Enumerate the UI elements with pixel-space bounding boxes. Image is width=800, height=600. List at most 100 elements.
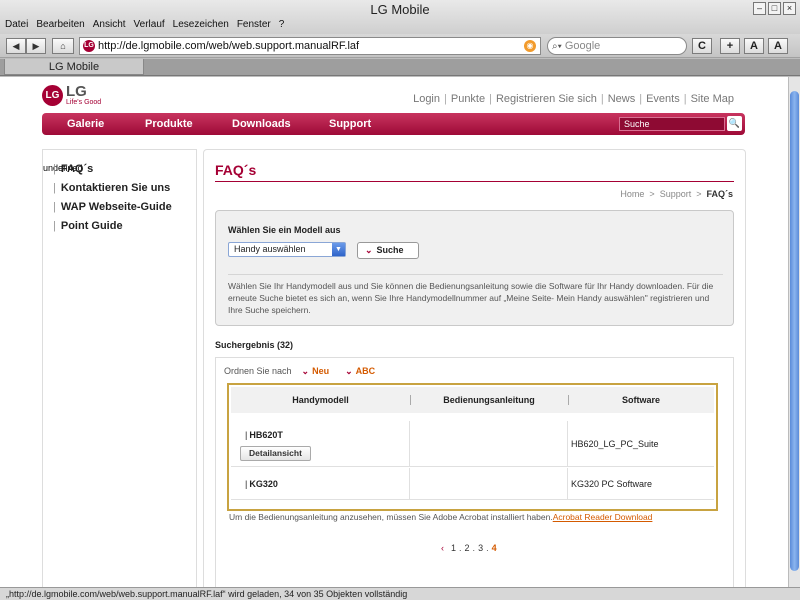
sidebar-item-contact[interactable]: | Kontaktieren Sie uns [53,182,172,194]
detail-view-button[interactable]: Detailansicht [240,446,311,461]
panel-divider [228,274,723,275]
column-header-manual: Bedienungsanleitung [410,387,568,413]
nav-produkte[interactable]: Produkte [145,113,193,135]
forward-button[interactable]: ▶ [26,38,46,54]
nav-downloads[interactable]: Downloads [232,113,291,135]
prev-page-icon[interactable]: ‹ [441,543,444,553]
sitemap-link[interactable]: Site Map [691,93,734,105]
software-cell: HB620_LG_PC_Suite [568,421,714,466]
nav-support[interactable]: Support [329,113,371,135]
menu-datei[interactable]: Datei [5,18,28,32]
page-link-current[interactable]: 4 [492,543,497,553]
browser-search-placeholder: Google [564,40,601,52]
minimize-button[interactable]: – [753,2,766,15]
page-title: FAQ´s [215,162,257,178]
toolbar-right-buttons: C + A A [692,38,788,54]
close-button[interactable]: × [783,2,796,15]
login-link[interactable]: Login [413,93,440,105]
breadcrumb-home[interactable]: Home [620,189,644,199]
sort-abc[interactable]: ⌄ ABC [345,366,375,377]
browser-search-input[interactable]: ⌕▾ Google [547,37,687,55]
model-search-button[interactable]: ⌄ Suche [357,242,419,259]
model-cell: | HB620T Detailansicht [231,421,410,466]
column-separator [410,395,411,405]
events-link[interactable]: Events [646,93,680,105]
link-separator: | [639,93,643,105]
menu-help[interactable]: ? [279,18,285,32]
scrollbar-thumb[interactable] [790,91,799,571]
top-links: Login | Punkte | Registrieren Sie sich |… [413,93,734,105]
sort-label: Ordnen Sie nach [224,366,292,376]
home-button[interactable]: ⌂ [52,38,74,54]
table-header: Handymodell Bedienungsanleitung Software [231,387,714,413]
main-content: FAQ´s Home > Support > FAQ´s Wählen Sie … [203,149,746,587]
status-bar: „http://de.lgmobile.com/web/web.support.… [0,587,800,600]
chevron-down-icon: ⌄ [345,366,353,376]
tab-lg-mobile[interactable]: LG Mobile [4,59,144,75]
maximize-button[interactable]: □ [768,2,781,15]
page-separator: . [459,543,462,553]
page-link-3[interactable]: 3 [478,543,483,553]
model-name[interactable]: | KG320 [245,479,278,489]
results-table: Handymodell Bedienungsanleitung Software… [227,383,718,511]
reload-button[interactable]: C [692,38,712,54]
page-separator: . [486,543,489,553]
model-select-dropdown[interactable]: Handy auswählen ▼ [228,242,346,257]
model-name-label: KG320 [249,479,278,489]
breadcrumb-separator: > [696,189,702,199]
site-search-icon[interactable]: 🔍 [727,116,742,131]
acrobat-download-link[interactable]: Acrobat Reader Download [553,512,653,522]
results-count: Suchergebnis (32) [215,340,294,350]
sidebar-nav: | FAQ´s | Kontaktieren Sie uns | WAP Websei… [53,163,172,239]
sidebar-item-wap-guide[interactable]: | WAP Webseite-Guide [53,201,172,213]
software-link[interactable]: HB620_LG_PC_Suite [571,439,659,449]
acrobat-note-text: Um die Bedienungsanleitung anzusehen, mü… [229,512,553,522]
menu-fenster[interactable]: Fenster [237,18,271,32]
main-nav: Galerie Produkte Downloads Support Suche… [42,113,745,135]
news-link[interactable]: News [608,93,636,105]
model-select-value: Handy auswählen [234,244,306,254]
table-row: | KG320 KG320 PC Software [231,468,714,500]
vertical-scrollbar[interactable] [788,77,800,587]
search-icon: ⌕▾ [552,40,562,52]
menu-bearbeiten[interactable]: Bearbeiten [36,18,84,32]
font-smaller-button[interactable]: A [744,38,764,54]
window-title: LG Mobile [370,2,430,17]
sidebar-item-point-guide[interactable]: | Point Guide [53,220,172,232]
lg-logo[interactable]: LG LG Life's Good [42,84,101,106]
nav-galerie[interactable]: Galerie [67,113,104,135]
sidebar-item-label: WAP Webseite-Guide [60,201,172,213]
page-link-2[interactable]: 2 [465,543,470,553]
column-header-manual-label: Bedienungsanleitung [443,395,535,405]
sort-neu[interactable]: ⌄ Neu [302,366,330,377]
manual-cell [410,468,568,499]
software-link[interactable]: KG320 PC Software [571,479,652,489]
chevron-down-icon: ▼ [332,243,345,256]
menu-verlauf[interactable]: Verlauf [134,18,165,32]
bullet-bar: | [245,479,248,489]
model-name[interactable]: | HB620T [245,430,283,440]
address-bar[interactable]: LG http://de.lgmobile.com/web/web.suppor… [79,37,541,55]
url-text[interactable]: http://de.lgmobile.com/web/web.support.m… [98,40,524,52]
site-search-input[interactable]: Suche [619,117,725,131]
window-controls: – □ × [753,2,796,15]
menu-ansicht[interactable]: Ansicht [93,18,126,32]
sidebar-item-faqs[interactable]: | FAQ´s [53,163,172,175]
rss-icon[interactable]: ◉ [524,40,536,52]
back-button[interactable]: ◀ [6,38,26,54]
lg-logo-icon: LG [42,85,63,106]
punkte-link[interactable]: Punkte [451,93,485,105]
bullet-bar: | [53,220,56,232]
acrobat-note: Um die Bedienungsanleitung anzusehen, mü… [229,512,652,522]
menu-lesezeichen[interactable]: Lesezeichen [173,18,229,32]
register-link[interactable]: Registrieren Sie sich [496,93,597,105]
model-cell: | KG320 [231,468,410,499]
model-search-label: Suche [376,245,404,255]
page-link-1[interactable]: 1 [451,543,456,553]
link-separator: | [600,93,604,105]
add-bookmark-button[interactable]: + [720,38,740,54]
breadcrumb-support[interactable]: Support [660,189,692,199]
lg-logo-text: LG Life's Good [66,84,101,106]
font-larger-button[interactable]: A [768,38,788,54]
sort-options: Ordnen Sie nach ⌄ Neu ⌄ ABC [224,366,375,377]
